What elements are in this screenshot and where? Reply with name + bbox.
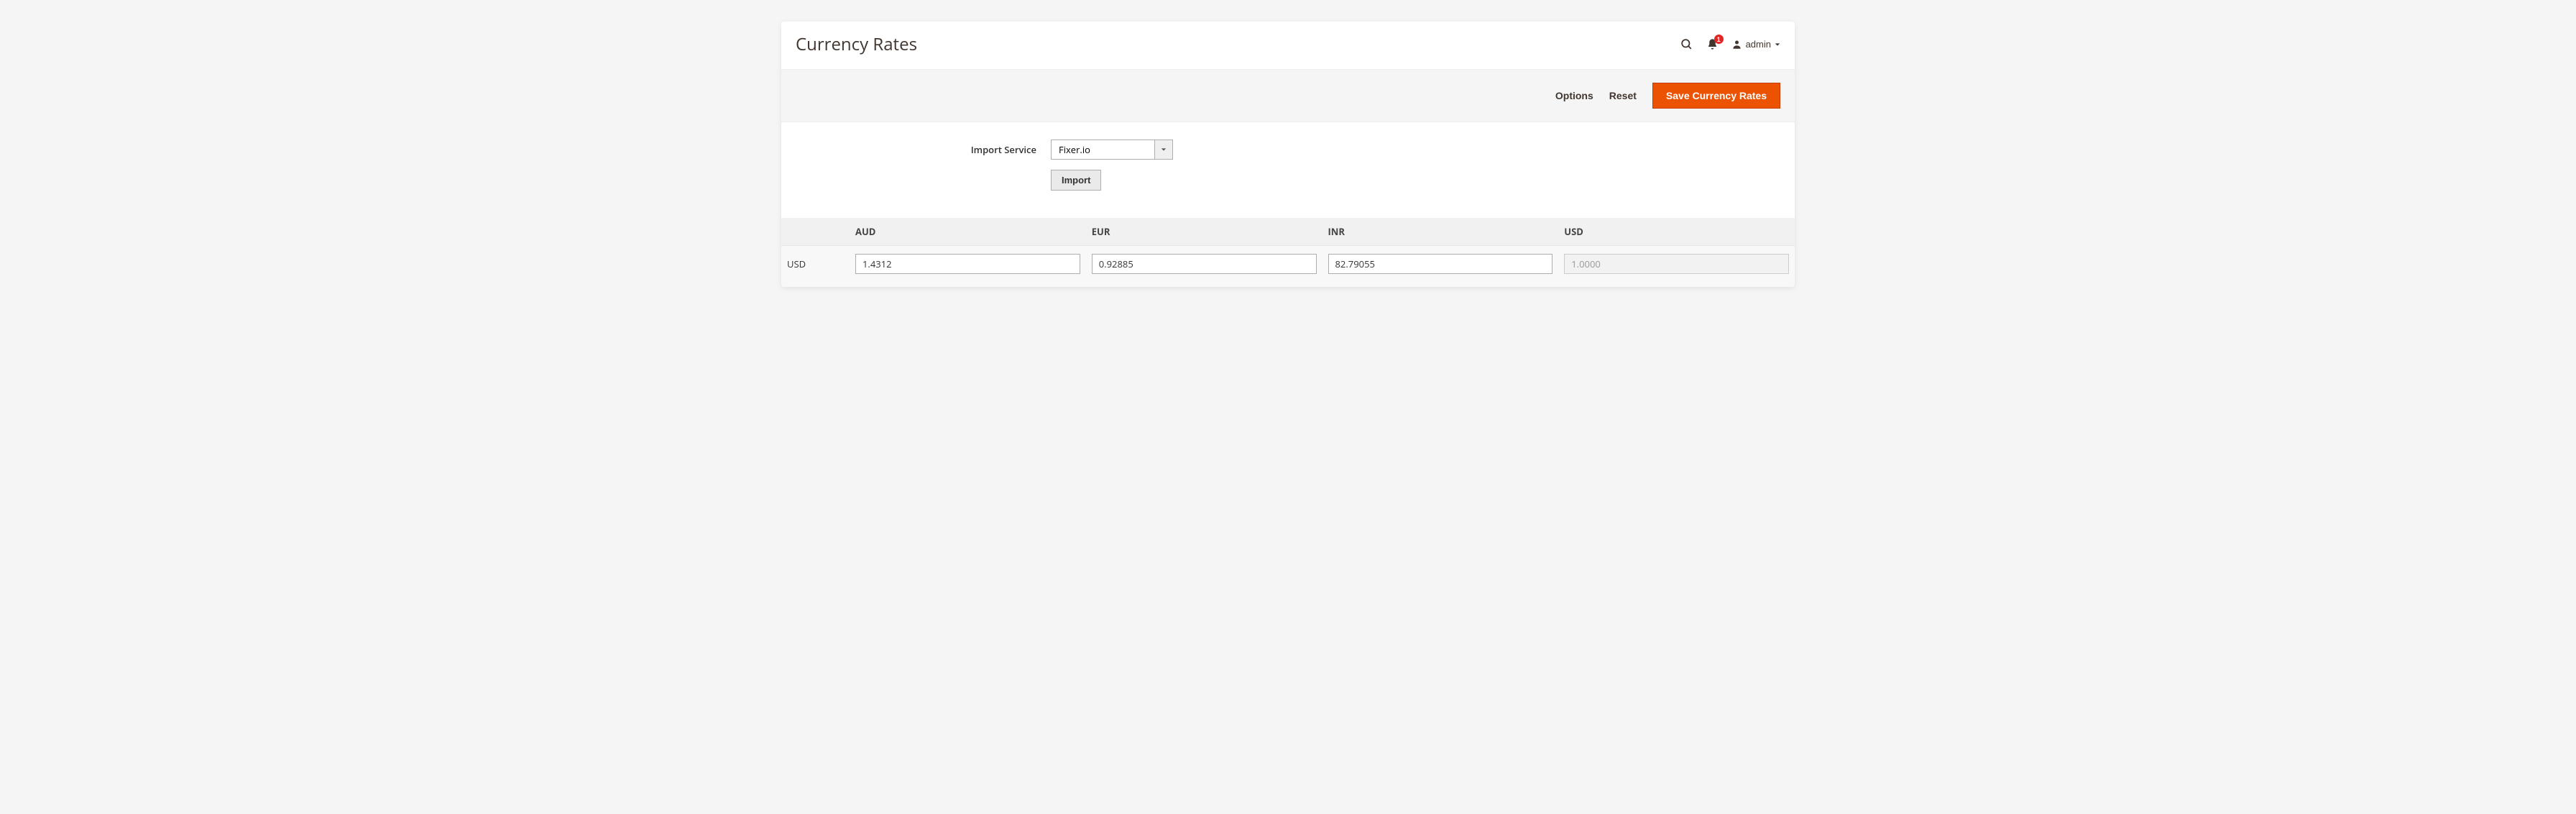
column-header-usd: USD [1558, 218, 1795, 246]
import-service-label: Import Service [796, 143, 1051, 156]
table-header-row: AUDEURINRUSD [781, 218, 1795, 246]
table-row: USD [781, 246, 1795, 288]
user-icon [1731, 39, 1742, 50]
save-button[interactable]: Save Currency Rates [1652, 83, 1780, 109]
search-button[interactable] [1680, 37, 1693, 51]
column-header-inr: INR [1322, 218, 1559, 246]
import-service-select[interactable]: Fixer.io [1051, 140, 1173, 160]
notifications-button[interactable]: 1 [1706, 38, 1719, 50]
chevron-down-icon [1775, 42, 1780, 47]
page-title: Currency Rates [796, 32, 1680, 56]
reset-button[interactable]: Reset [1609, 90, 1637, 101]
actions-bar: Options Reset Save Currency Rates [781, 69, 1795, 122]
user-label: admin [1746, 39, 1771, 50]
column-header-aud: AUD [850, 218, 1086, 246]
options-button[interactable]: Options [1555, 90, 1593, 101]
import-button[interactable]: Import [1051, 170, 1101, 191]
notification-badge: 1 [1714, 35, 1724, 44]
search-icon [1680, 37, 1693, 51]
user-menu-button[interactable]: admin [1731, 39, 1780, 50]
rate-input-usd-aud[interactable] [855, 254, 1080, 274]
rate-input-usd-usd [1564, 254, 1789, 274]
rate-input-usd-eur[interactable] [1092, 254, 1317, 274]
row-base-label: USD [781, 246, 850, 288]
rate-input-usd-inr[interactable] [1328, 254, 1553, 274]
column-header-eur: EUR [1086, 218, 1322, 246]
currency-rates-table: AUDEURINRUSD USD [781, 218, 1795, 287]
